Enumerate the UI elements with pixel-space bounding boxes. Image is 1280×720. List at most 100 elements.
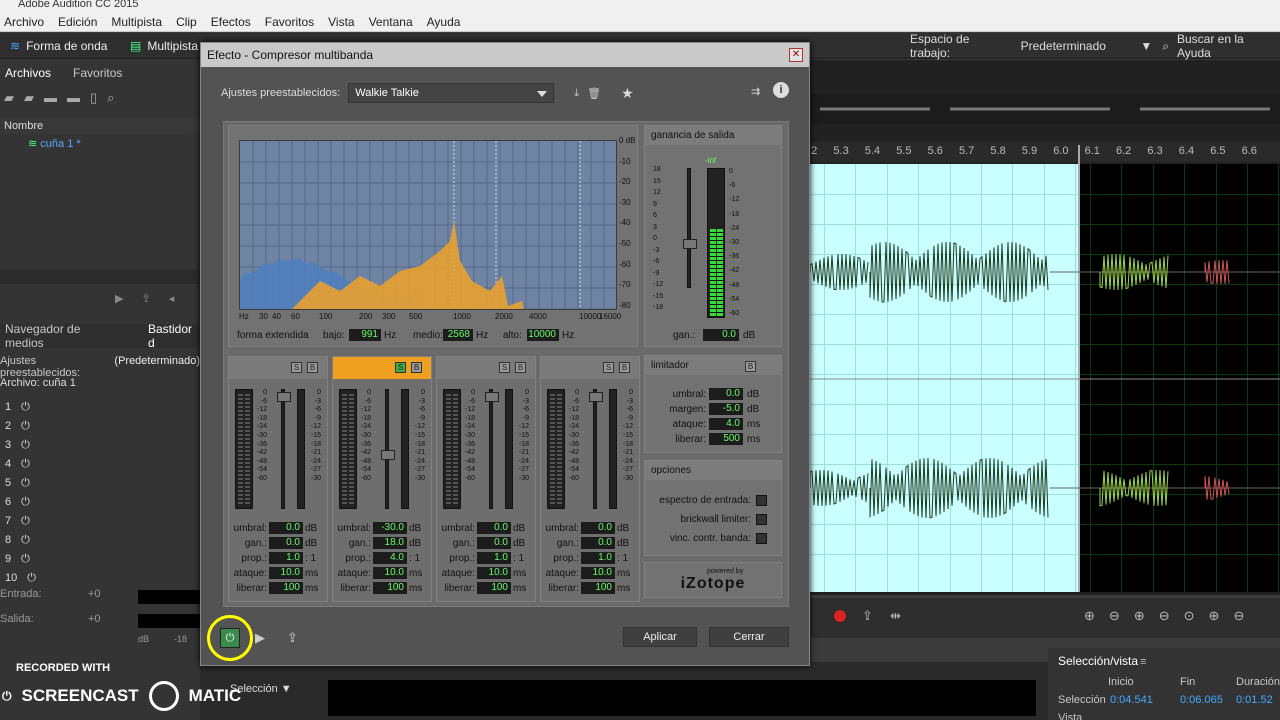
- menu-item[interactable]: Multipista: [111, 15, 162, 29]
- band-param-field[interactable]: 100: [269, 582, 303, 594]
- record-icon[interactable]: [834, 610, 846, 622]
- menu-item[interactable]: Efectos: [211, 15, 251, 29]
- power-icon[interactable]: ⏻: [21, 401, 30, 414]
- workspace-select[interactable]: Predeterminado: [1021, 39, 1141, 53]
- close-icon[interactable]: ✕: [789, 48, 803, 62]
- band-param-field[interactable]: 18.0: [373, 537, 407, 549]
- tab-archivos[interactable]: Archivos: [5, 66, 51, 80]
- rack-slot[interactable]: 5 ⏻: [0, 474, 200, 492]
- menu-item[interactable]: Ayuda: [427, 15, 461, 29]
- option-checkbox[interactable]: [756, 514, 767, 525]
- output-gain-field[interactable]: 0.0: [703, 329, 739, 341]
- band-param-field[interactable]: 0.0: [477, 537, 511, 549]
- output-gain-thumb[interactable]: [683, 239, 697, 249]
- band-param-field[interactable]: 0.0: [269, 522, 303, 534]
- power-icon[interactable]: ⏻: [21, 477, 30, 490]
- band-param-field[interactable]: 0.0: [581, 537, 615, 549]
- menu-item[interactable]: Archivo: [4, 15, 44, 29]
- solo-button[interactable]: S: [603, 362, 614, 373]
- zoom-in-amplitude-icon[interactable]: ⊕: [1084, 608, 1109, 623]
- threshold-thumb[interactable]: [589, 392, 603, 402]
- band-param-field[interactable]: 100: [581, 582, 615, 594]
- threshold-slider[interactable]: [385, 389, 389, 509]
- power-icon[interactable]: ⏻: [21, 420, 30, 433]
- mid-crossover-field[interactable]: 2568: [443, 329, 473, 341]
- search-icon[interactable]: ⌕: [107, 90, 124, 105]
- insert-icon[interactable]: ▬: [67, 90, 90, 105]
- zoom-selection-icon[interactable]: ⊕: [1209, 608, 1234, 623]
- power-icon[interactable]: ⏻: [21, 515, 30, 528]
- threshold-thumb[interactable]: [485, 392, 499, 402]
- threshold-slider[interactable]: [593, 389, 597, 509]
- input-gain[interactable]: +0: [88, 588, 101, 600]
- new-file-icon[interactable]: ▬: [44, 90, 67, 105]
- selection-duration[interactable]: 0:01.52: [1236, 694, 1273, 706]
- play-icon[interactable]: ▶: [255, 630, 265, 646]
- threshold-thumb[interactable]: [277, 392, 291, 402]
- high-crossover-field[interactable]: 10000: [527, 329, 559, 341]
- play-icon[interactable]: ▶: [115, 293, 141, 305]
- close-button[interactable]: Cerrar: [709, 627, 789, 647]
- output-gain-slider[interactable]: [687, 168, 691, 288]
- threshold-slider[interactable]: [489, 389, 493, 509]
- chevron-down-icon[interactable]: ▼: [1140, 39, 1152, 53]
- multitrack-mode-button[interactable]: ▤ Multipista: [130, 36, 198, 56]
- bypass-button[interactable]: B: [619, 362, 630, 373]
- rack-presets-select[interactable]: (Predeterminado): [114, 355, 200, 371]
- tab-media-browser[interactable]: Navegador de medios: [5, 322, 118, 350]
- band-param-field[interactable]: 4.0: [373, 552, 407, 564]
- selection-start[interactable]: 0:04.541: [1110, 694, 1153, 706]
- power-icon[interactable]: ⏻: [21, 439, 30, 452]
- zoom-full-icon[interactable]: ⊙: [1184, 608, 1209, 623]
- folder-icon[interactable]: ▰: [4, 90, 24, 105]
- menu-item[interactable]: Edición: [58, 15, 97, 29]
- rack-slot[interactable]: 2 ⏻: [0, 417, 200, 435]
- threshold-slider[interactable]: [281, 389, 285, 509]
- menu-item[interactable]: Vista: [328, 15, 354, 29]
- skip-icon[interactable]: ⇹: [890, 608, 901, 624]
- limiter-param-field[interactable]: 0.0: [709, 388, 743, 400]
- rack-slot[interactable]: 3 ⏻: [0, 436, 200, 454]
- limiter-param-field[interactable]: -5.0: [709, 403, 743, 415]
- band-param-field[interactable]: -30.0: [373, 522, 407, 534]
- band-param-field[interactable]: 10.0: [269, 567, 303, 579]
- search-icon[interactable]: ⌕: [1162, 39, 1169, 54]
- band-param-field[interactable]: 1.0: [581, 552, 615, 564]
- band-param-field[interactable]: 1.0: [477, 552, 511, 564]
- zoom-reset-icon[interactable]: ⊖: [1233, 608, 1258, 623]
- loop-icon[interactable]: ⇪: [862, 608, 873, 624]
- low-crossover-field[interactable]: 991: [349, 329, 381, 341]
- power-icon[interactable]: ⏻: [21, 458, 30, 471]
- band-header[interactable]: SB: [437, 357, 535, 379]
- delete-preset-icon[interactable]: 🗑: [587, 87, 601, 100]
- band-header[interactable]: SB: [333, 357, 431, 379]
- power-icon[interactable]: ⏻: [21, 496, 30, 509]
- band-param-field[interactable]: 0.0: [581, 522, 615, 534]
- option-checkbox[interactable]: [756, 495, 767, 506]
- files-scrollbar[interactable]: [0, 270, 200, 284]
- band-param-field[interactable]: 10.0: [581, 567, 615, 579]
- bypass-button[interactable]: B: [515, 362, 526, 373]
- band-param-field[interactable]: 0.0: [477, 522, 511, 534]
- tab-effects-rack[interactable]: Bastidor d: [148, 322, 200, 350]
- rack-slot[interactable]: 8 ⏻: [0, 531, 200, 549]
- menu-item[interactable]: Favoritos: [265, 15, 314, 29]
- favorite-star-icon[interactable]: ★: [621, 85, 634, 102]
- help-search-input[interactable]: Buscar en la Ayuda: [1177, 32, 1280, 60]
- band-param-field[interactable]: 100: [477, 582, 511, 594]
- speaker-icon[interactable]: ◂: [169, 293, 193, 305]
- save-preset-icon[interactable]: ⤓: [574, 87, 579, 100]
- power-icon[interactable]: ⏻: [27, 572, 36, 585]
- loop-icon[interactable]: ⇪: [287, 630, 298, 646]
- option-checkbox[interactable]: [756, 533, 767, 544]
- power-icon[interactable]: ⏻: [21, 534, 30, 547]
- name-column-header[interactable]: Nombre: [0, 118, 200, 134]
- band-param-field[interactable]: 10.0: [477, 567, 511, 579]
- routing-icon[interactable]: ⇉: [751, 85, 760, 98]
- band-header[interactable]: SB: [541, 357, 639, 379]
- power-icon[interactable]: ⏻: [21, 553, 30, 566]
- limiter-bypass-button[interactable]: B: [745, 361, 756, 372]
- output-gain[interactable]: +0: [88, 613, 101, 625]
- rack-slot[interactable]: 10 ⏻: [0, 569, 200, 587]
- spectrum-display[interactable]: [239, 140, 617, 310]
